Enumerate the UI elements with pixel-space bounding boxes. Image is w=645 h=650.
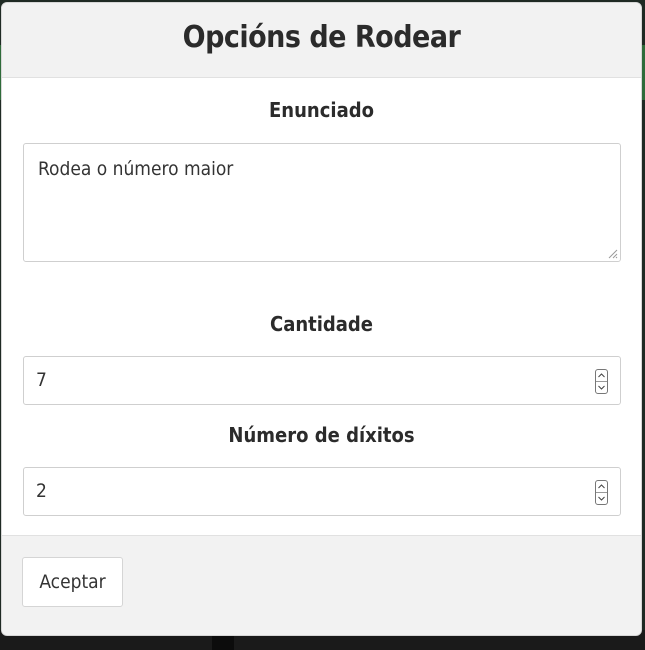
digits-label: Número de díxitos bbox=[228, 423, 415, 447]
chevron-down-icon bbox=[598, 385, 605, 390]
quantity-decrement-button[interactable] bbox=[596, 381, 607, 393]
digits-input[interactable]: 2 bbox=[23, 467, 621, 516]
digits-spinner[interactable] bbox=[595, 480, 608, 505]
dialog-body: Enunciado Rodea o número maior Cantidade… bbox=[2, 78, 641, 535]
resize-grip-icon[interactable] bbox=[606, 247, 618, 259]
dialog-header: Opcións de Rodear bbox=[2, 3, 641, 78]
digits-decrement-button[interactable] bbox=[596, 492, 607, 504]
quantity-spinner[interactable] bbox=[595, 369, 608, 394]
dialog-title: Opcións de Rodear bbox=[182, 19, 461, 55]
chevron-down-icon bbox=[598, 496, 605, 501]
statement-label: Enunciado bbox=[269, 98, 374, 122]
chevron-up-icon bbox=[598, 484, 605, 489]
quantity-increment-button[interactable] bbox=[596, 370, 607, 381]
quantity-value: 7 bbox=[36, 369, 47, 391]
accept-button[interactable]: Aceptar bbox=[22, 557, 123, 607]
dialog-footer: Aceptar bbox=[2, 535, 641, 635]
chevron-up-icon bbox=[598, 373, 605, 378]
options-dialog: Opcións de Rodear Enunciado Rodea o núme… bbox=[1, 2, 642, 636]
statement-textarea[interactable]: Rodea o número maior bbox=[23, 143, 621, 262]
quantity-label: Cantidade bbox=[269, 312, 374, 336]
statement-text: Rodea o número maior bbox=[38, 158, 234, 180]
digits-value: 2 bbox=[36, 480, 47, 502]
quantity-input[interactable]: 7 bbox=[23, 356, 621, 405]
digits-increment-button[interactable] bbox=[596, 481, 607, 492]
